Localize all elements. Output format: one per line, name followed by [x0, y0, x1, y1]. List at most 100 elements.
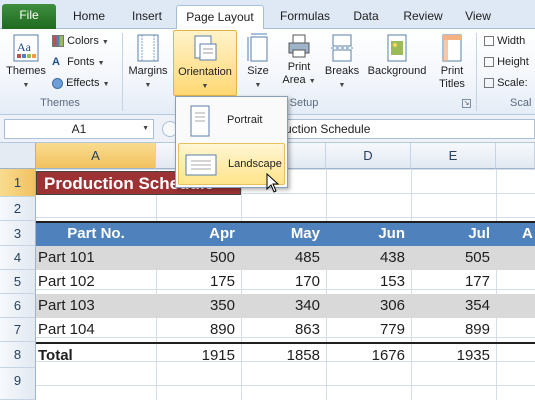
row-header[interactable]: 2 [0, 197, 36, 221]
fonts-label: Fonts [67, 56, 95, 68]
header-cell-aug[interactable]: A [522, 221, 535, 246]
header-cell-jul[interactable]: Jul [411, 221, 496, 246]
svg-text:Aa: Aa [17, 40, 32, 54]
total-cell[interactable]: 1858 [241, 344, 326, 368]
formula-input[interactable]: uction Schedule [270, 119, 535, 139]
row-header[interactable]: 8 [0, 342, 36, 368]
print-titles-icon [442, 34, 462, 62]
value-cell[interactable]: 485 [241, 246, 326, 270]
print-titles-button[interactable]: Print Titles [434, 33, 470, 91]
colors-icon [52, 35, 64, 48]
tab-formulas[interactable]: Formulas [272, 5, 338, 29]
tab-data[interactable]: Data [346, 5, 386, 29]
value-cell[interactable]: 170 [241, 270, 326, 294]
row-header[interactable]: 3 [0, 221, 36, 246]
row-header[interactable]: 6 [0, 294, 36, 318]
part-cell[interactable]: Part 102 [38, 270, 156, 294]
value-cell[interactable]: 153 [326, 270, 411, 294]
row-header[interactable]: 7 [0, 318, 36, 342]
column-header-a[interactable]: A [36, 143, 156, 169]
column-header-d[interactable]: D [326, 143, 411, 169]
row-header[interactable]: 1 [0, 169, 36, 197]
orientation-button[interactable]: Orientation ▼ [173, 30, 237, 96]
column-header-e[interactable]: E [411, 143, 496, 169]
value-cell[interactable]: 500 [156, 246, 241, 270]
height-label: Height [497, 56, 529, 68]
value-cell[interactable]: 899 [411, 318, 496, 342]
row-header[interactable]: 5 [0, 270, 36, 294]
chevron-down-icon: ▼ [102, 81, 110, 88]
background-label: Background [367, 65, 427, 77]
value-cell[interactable]: 306 [326, 294, 411, 318]
fonts-button[interactable]: A Fonts ▼ [52, 53, 105, 71]
margins-label: Margins [128, 65, 168, 77]
header-cell-part-no[interactable]: Part No. [36, 221, 156, 246]
value-cell[interactable]: 175 [156, 270, 241, 294]
width-control[interactable]: Width [484, 32, 525, 50]
formula-text: uction Schedule [285, 122, 371, 136]
effects-icon [52, 77, 63, 89]
part-cell[interactable]: Part 103 [38, 294, 156, 318]
ribbon-tabs: File Home Insert Page Layout Formulas Da… [0, 0, 535, 30]
print-area-label-2: Area ▼ [282, 74, 316, 86]
breaks-button[interactable]: Breaks ▼ [322, 33, 362, 90]
printer-icon [288, 34, 310, 58]
value-cell[interactable]: 505 [411, 246, 496, 270]
width-icon [484, 36, 494, 47]
header-cell-jun[interactable]: Jun [326, 221, 411, 246]
value-cell[interactable]: 890 [156, 318, 241, 342]
dialog-launcher-icon[interactable]: ↘ [462, 99, 471, 108]
colors-button[interactable]: Colors ▼ [52, 32, 109, 50]
print-area-label-1: Print [287, 61, 311, 73]
name-box-value: A1 [71, 122, 87, 136]
group-separator [476, 33, 477, 111]
margins-button[interactable]: Margins ▼ [126, 33, 170, 90]
tab-review[interactable]: Review [398, 5, 448, 29]
menu-item-portrait[interactable]: Portrait [178, 100, 285, 142]
column-header-f[interactable] [496, 143, 535, 169]
landscape-page-icon [185, 154, 217, 176]
value-cell[interactable]: 354 [411, 294, 496, 318]
chevron-down-icon: ▼ [254, 82, 262, 89]
tab-view[interactable]: View [458, 5, 498, 29]
tab-file[interactable]: File [2, 4, 56, 29]
total-cell[interactable]: 1935 [411, 344, 496, 368]
tab-page-layout[interactable]: Page Layout [176, 5, 264, 30]
row-header[interactable]: 9 [0, 368, 36, 400]
chevron-down-icon: ▼ [22, 82, 30, 89]
select-all-corner[interactable] [0, 143, 36, 169]
value-cell[interactable]: 340 [241, 294, 326, 318]
total-label-cell[interactable]: Total [38, 344, 156, 368]
value-cell[interactable]: 350 [156, 294, 241, 318]
tab-insert[interactable]: Insert [122, 5, 172, 29]
scale-icon [484, 78, 494, 89]
value-cell[interactable]: 779 [326, 318, 411, 342]
chevron-down-icon[interactable]: ▼ [142, 120, 149, 138]
tab-home[interactable]: Home [66, 5, 112, 29]
row-header[interactable]: 4 [0, 246, 36, 270]
header-cell-apr[interactable]: Apr [156, 221, 241, 246]
total-cell[interactable]: 1915 [156, 344, 241, 368]
scale-label: Scale: [497, 77, 528, 89]
total-cell[interactable]: 1676 [326, 344, 411, 368]
scale-control[interactable]: Scale: [484, 74, 528, 92]
size-button[interactable]: Size ▼ [240, 33, 276, 90]
mouse-cursor-icon [266, 173, 280, 193]
height-control[interactable]: Height [484, 53, 529, 71]
value-cell[interactable]: 863 [241, 318, 326, 342]
print-area-button[interactable]: Print Area ▼ [280, 33, 318, 88]
chevron-down-icon: ▼ [97, 60, 105, 67]
themes-button[interactable]: Aa Themes ▼ [4, 33, 48, 90]
size-icon [247, 33, 268, 62]
part-cell[interactable]: Part 104 [38, 318, 156, 342]
breaks-label: Breaks [324, 65, 360, 77]
header-cell-may[interactable]: May [241, 221, 326, 246]
part-cell[interactable]: Part 101 [38, 246, 156, 270]
themes-group-label: Themes [40, 97, 80, 109]
value-cell[interactable]: 177 [411, 270, 496, 294]
value-cell[interactable]: 438 [326, 246, 411, 270]
effects-button[interactable]: Effects ▼ [52, 74, 110, 92]
name-box[interactable]: A1 ▼ [4, 119, 154, 139]
chevron-down-icon: ▼ [101, 39, 109, 46]
background-button[interactable]: Background [364, 33, 430, 78]
